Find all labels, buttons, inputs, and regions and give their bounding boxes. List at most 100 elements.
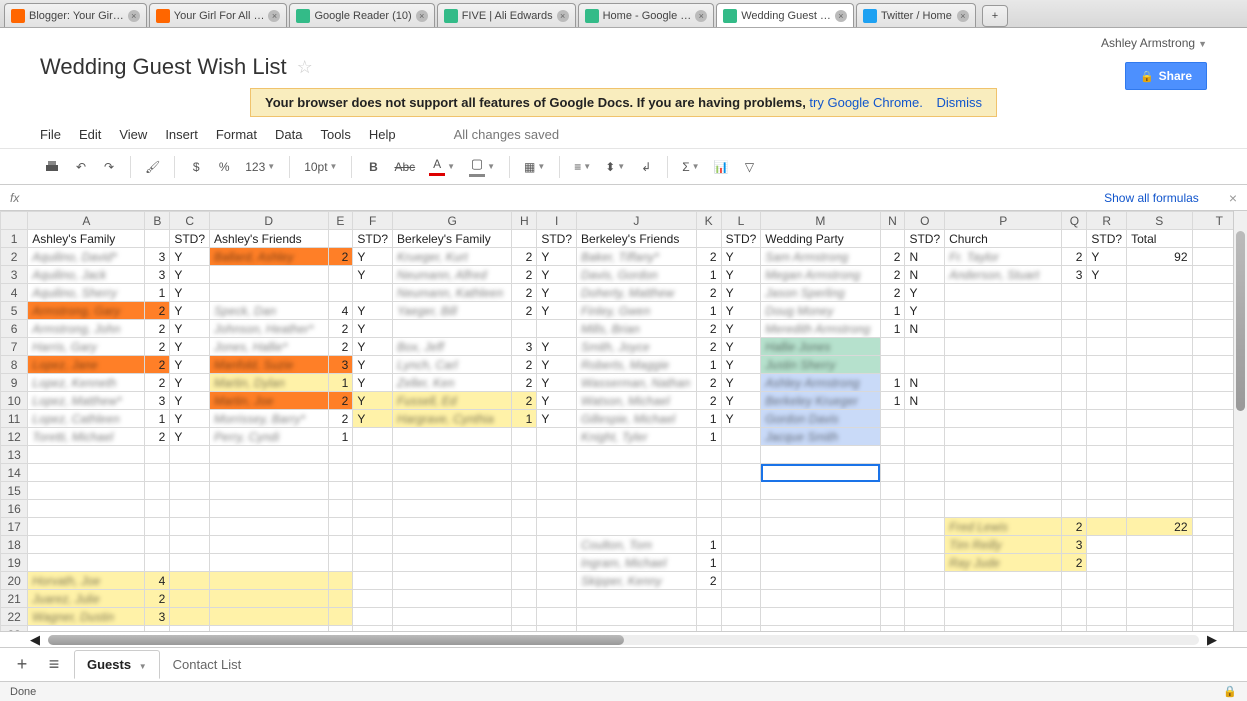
cell[interactable]: 3 (145, 608, 170, 626)
cell[interactable] (880, 572, 905, 590)
header-cell[interactable]: Ashley's Family (28, 230, 145, 248)
new-tab-button[interactable]: + (982, 5, 1008, 27)
row-header[interactable]: 18 (1, 536, 28, 554)
cell[interactable] (1087, 572, 1127, 590)
warning-dismiss[interactable]: Dismiss (936, 95, 982, 110)
cell[interactable]: Y (721, 284, 761, 302)
cell[interactable] (1087, 518, 1127, 536)
cell[interactable] (210, 536, 329, 554)
cell[interactable]: Box, Jeff (393, 338, 512, 356)
column-header[interactable]: D (210, 212, 329, 230)
cell[interactable] (1062, 302, 1087, 320)
browser-tab[interactable]: Twitter / Home× (856, 3, 976, 27)
cell[interactable] (28, 626, 145, 632)
cell[interactable] (1062, 608, 1087, 626)
column-header[interactable]: L (721, 212, 761, 230)
browser-tab[interactable]: FIVE | Ali Edwards× (437, 3, 576, 27)
cell[interactable] (28, 518, 145, 536)
cell[interactable] (28, 500, 145, 518)
cell[interactable]: 1 (328, 374, 353, 392)
cell[interactable] (170, 572, 210, 590)
cell[interactable] (537, 482, 577, 500)
cell[interactable] (328, 518, 353, 536)
cell[interactable]: 2 (145, 374, 170, 392)
cell[interactable]: Y (721, 374, 761, 392)
cell[interactable] (696, 464, 721, 482)
cell[interactable] (328, 590, 353, 608)
cell[interactable]: 2 (696, 572, 721, 590)
cell[interactable]: Finley, Gwen (577, 302, 697, 320)
cell[interactable] (393, 518, 512, 536)
show-all-formulas-link[interactable]: Show all formulas (1104, 191, 1199, 205)
cell[interactable]: Y (170, 428, 210, 446)
cell[interactable]: Zeller, Ken (393, 374, 512, 392)
cell[interactable]: 2 (145, 590, 170, 608)
cell[interactable] (537, 554, 577, 572)
cell[interactable]: Wagner, Dustin (28, 608, 145, 626)
cell[interactable] (761, 554, 880, 572)
cell[interactable]: Neumann, Kathleen (393, 284, 512, 302)
cell[interactable]: Martin, Joe (210, 392, 329, 410)
cell[interactable] (696, 482, 721, 500)
cell[interactable] (577, 518, 697, 536)
cell[interactable]: Lopez, Cathleen (28, 410, 145, 428)
cell[interactable] (210, 590, 329, 608)
cell[interactable]: Jacque Smith (761, 428, 880, 446)
cell[interactable]: Gillespie, Michael (577, 410, 697, 428)
chart-button[interactable]: 📊 (710, 155, 733, 179)
cell[interactable]: N (905, 266, 945, 284)
cell[interactable]: Neumann, Alfred (393, 266, 512, 284)
column-header[interactable]: C (170, 212, 210, 230)
cell[interactable]: 2 (880, 248, 905, 266)
cell[interactable] (880, 482, 905, 500)
cell[interactable] (945, 590, 1062, 608)
row-header[interactable]: 6 (1, 320, 28, 338)
cell[interactable] (1062, 410, 1087, 428)
column-header[interactable]: F (353, 212, 393, 230)
cell[interactable] (512, 446, 537, 464)
cell[interactable] (1127, 626, 1192, 632)
cell[interactable] (393, 464, 512, 482)
cell[interactable]: Y (537, 338, 577, 356)
cell[interactable] (393, 320, 512, 338)
cell[interactable] (945, 626, 1062, 632)
cell[interactable]: Y (353, 266, 393, 284)
cell[interactable] (721, 590, 761, 608)
cell[interactable] (905, 590, 945, 608)
cell[interactable]: N (905, 248, 945, 266)
cell[interactable]: 2 (328, 338, 353, 356)
cell[interactable] (880, 554, 905, 572)
cell[interactable] (537, 446, 577, 464)
cell[interactable]: 3 (145, 392, 170, 410)
cell[interactable] (945, 392, 1062, 410)
cell[interactable] (577, 626, 697, 632)
cell[interactable]: Y (1087, 248, 1127, 266)
cell[interactable] (1127, 536, 1192, 554)
cell[interactable] (945, 374, 1062, 392)
cell[interactable]: Y (170, 320, 210, 338)
cell[interactable]: Y (721, 392, 761, 410)
filter-button[interactable]: ▽ (738, 155, 760, 179)
cell[interactable]: Y (170, 302, 210, 320)
cell[interactable]: Y (537, 374, 577, 392)
cell[interactable]: 2 (328, 320, 353, 338)
cell[interactable]: Y (353, 338, 393, 356)
column-header[interactable]: O (905, 212, 945, 230)
cell[interactable] (210, 464, 329, 482)
cell[interactable] (721, 482, 761, 500)
row-header[interactable]: 10 (1, 392, 28, 410)
cell[interactable]: 2 (145, 428, 170, 446)
cell[interactable] (393, 590, 512, 608)
cell[interactable] (1127, 572, 1192, 590)
cell[interactable] (1062, 446, 1087, 464)
add-sheet-button[interactable]: + (10, 653, 34, 677)
cell[interactable] (28, 536, 145, 554)
cell[interactable] (353, 446, 393, 464)
cell[interactable] (393, 536, 512, 554)
cell[interactable]: 2 (512, 374, 537, 392)
cell[interactable]: Aquilino, Sherry (28, 284, 145, 302)
cell[interactable] (945, 410, 1062, 428)
cell[interactable] (905, 536, 945, 554)
number-format-button[interactable]: 123▼ (241, 155, 279, 179)
cell[interactable] (353, 572, 393, 590)
